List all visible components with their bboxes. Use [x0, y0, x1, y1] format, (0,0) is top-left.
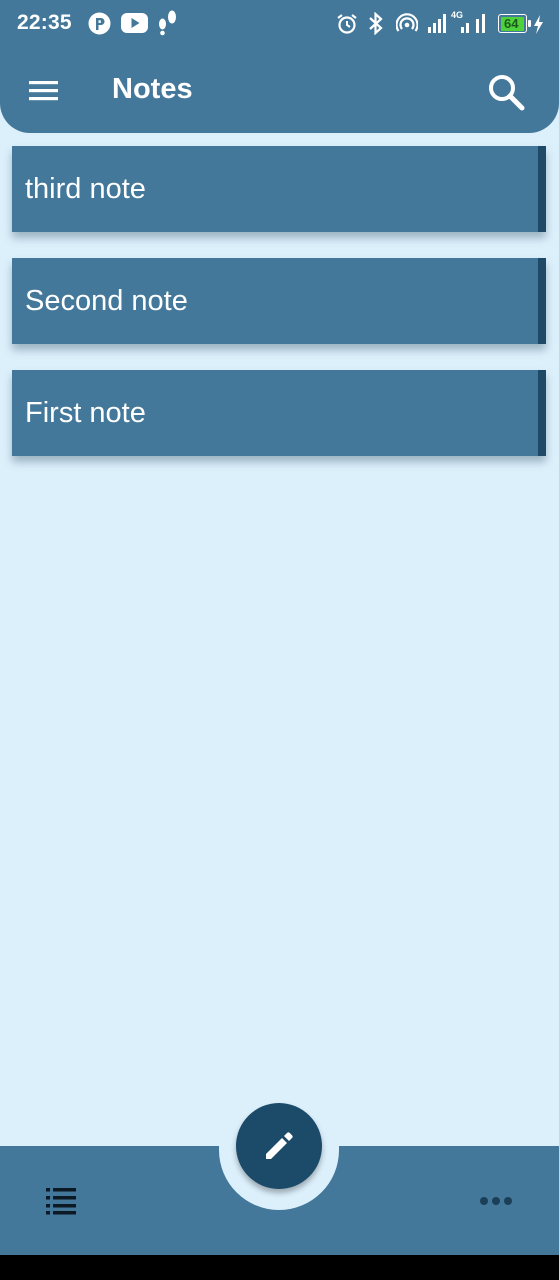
bluetooth-icon — [369, 12, 383, 35]
screen: 22:35 4G 64 Notes third note Second note… — [0, 0, 559, 1255]
note-title: First note — [25, 397, 146, 429]
note-card[interactable]: Second note — [12, 258, 546, 344]
hotspot-icon — [396, 13, 418, 32]
note-title: Second note — [25, 285, 188, 317]
system-nav-strip — [0, 1255, 559, 1280]
pencil-icon — [266, 1132, 293, 1159]
charging-icon — [534, 15, 543, 34]
note-title: third note — [25, 173, 146, 205]
search-button[interactable] — [484, 70, 528, 114]
note-card[interactable]: First note — [12, 370, 546, 456]
notes-list: third note Second note First note — [12, 146, 546, 482]
more-options-button[interactable] — [476, 1190, 516, 1212]
menu-button[interactable] — [22, 68, 66, 112]
signal-icon-2 — [461, 14, 485, 33]
new-note-button[interactable] — [236, 1103, 322, 1189]
page-title: Notes — [112, 73, 193, 105]
p-app-icon — [88, 12, 111, 35]
alarm-icon — [337, 14, 357, 34]
search-icon — [489, 75, 525, 111]
header: 22:35 4G 64 Notes — [0, 0, 559, 133]
battery-level: 64 — [504, 16, 519, 31]
hamburger-menu-icon — [29, 81, 58, 101]
status-time: 22:35 — [17, 11, 72, 34]
app-bar: Notes — [0, 48, 559, 133]
youtube-icon — [121, 13, 148, 33]
list-icon — [46, 1188, 76, 1215]
footprints-icon — [159, 10, 176, 36]
more-dots-icon — [480, 1197, 512, 1205]
status-bar: 22:35 4G 64 — [0, 0, 559, 48]
note-card[interactable]: third note — [12, 146, 546, 232]
battery-icon: 64 — [498, 14, 531, 33]
signal-icon — [428, 14, 446, 33]
list-view-button[interactable] — [42, 1182, 82, 1218]
